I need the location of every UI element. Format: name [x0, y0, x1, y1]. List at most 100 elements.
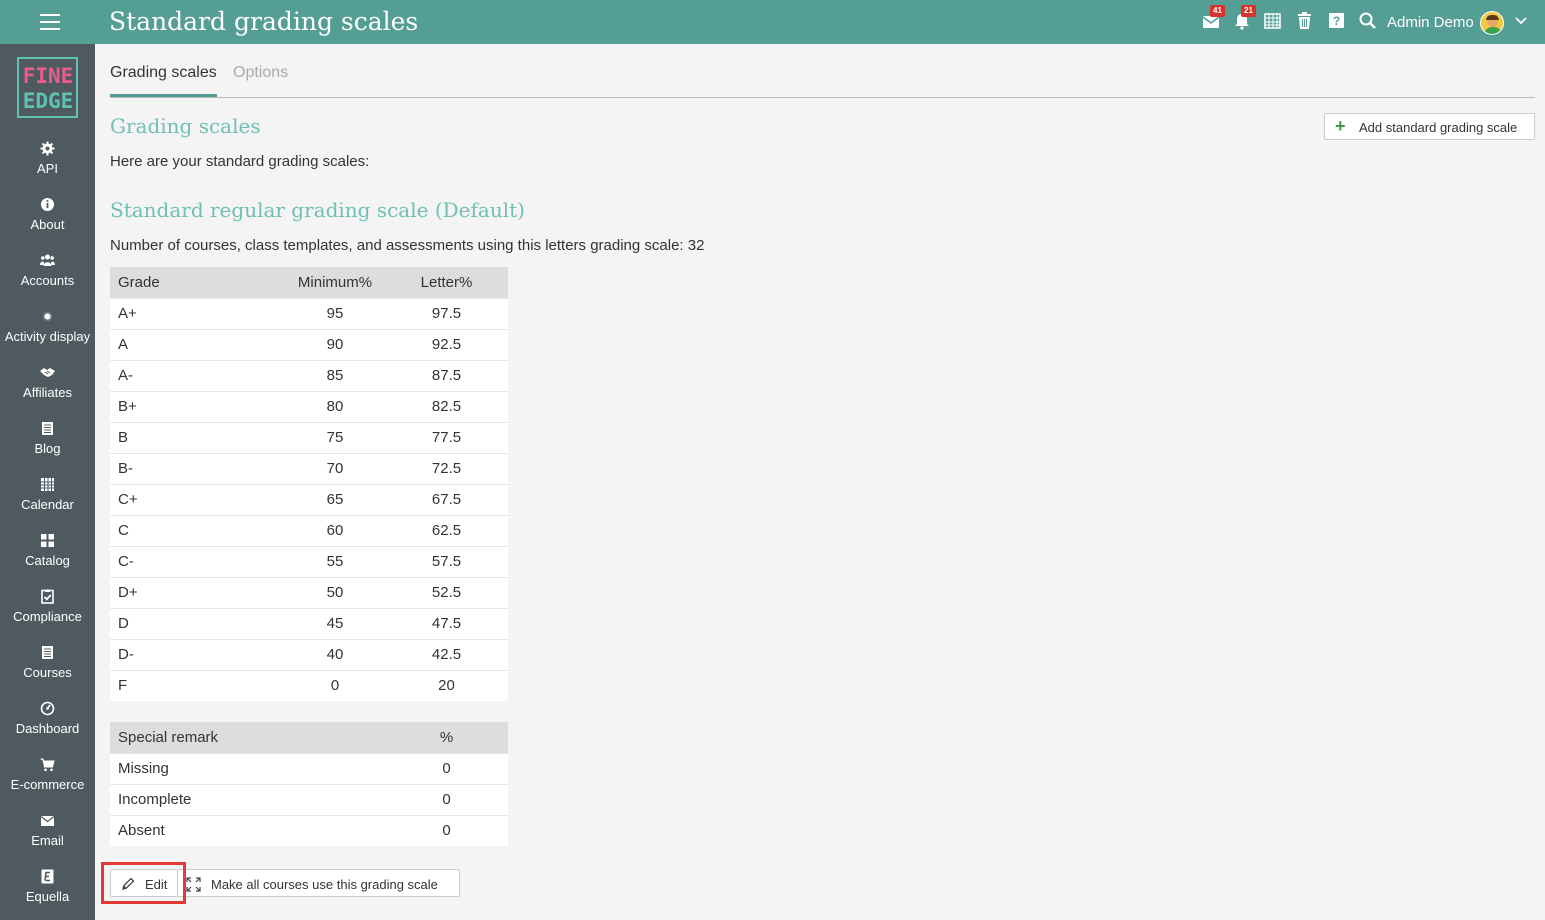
table-row: D 45 47.5 [110, 607, 508, 639]
sidebar-item-label: About [30, 217, 65, 232]
sidebar-item-accounts[interactable]: Accounts [0, 253, 95, 309]
table-row: B+ 80 82.5 [110, 390, 508, 422]
table-row: F 0 20 [110, 669, 508, 701]
sidebar-item-label: Equella [25, 889, 70, 904]
sidebar-item-label: Activity display [4, 329, 91, 344]
users-icon [40, 254, 55, 266]
grade-cell: B- [110, 452, 285, 484]
sidebar-item-dashboard[interactable]: Dashboard [0, 701, 95, 757]
tab-grading-scales[interactable]: Grading scales [110, 64, 217, 97]
table-row: B- 70 72.5 [110, 452, 508, 484]
document-icon [42, 422, 53, 435]
sidebar-item-e-commerce[interactable]: E-commerce [0, 757, 95, 813]
minimum-cell: 55 [285, 545, 385, 577]
avatar[interactable] [1480, 11, 1504, 35]
letter-cell: 57.5 [385, 545, 508, 577]
calendar-icon[interactable] [1264, 12, 1284, 32]
sidebar-item-label: Catalog [25, 553, 70, 568]
special-remarks-table: Special remark % Missing 0 Incomplete 0 Abse… [110, 722, 508, 846]
sidebar: FINE EDGE API About Accounts Activity di… [0, 44, 95, 920]
messages-badge: 41 [1210, 5, 1225, 17]
top-bar: Standard grading scales 41 21 ? Admin De… [0, 0, 1545, 44]
grade-cell: B+ [110, 390, 285, 422]
letter-cell: 92.5 [385, 328, 508, 360]
make-all-courses-button[interactable]: Make all courses use this grading scale [177, 869, 460, 897]
grade-cell: F [110, 669, 285, 701]
help-icon[interactable]: ? [1328, 12, 1348, 32]
column-header: Letter% [385, 267, 508, 298]
table-row: C+ 65 67.5 [110, 483, 508, 515]
minimum-cell: 65 [285, 483, 385, 515]
logo-text-top: FINE [22, 64, 74, 88]
remark-cell: Missing [110, 752, 385, 784]
sidebar-item-api[interactable]: API [0, 141, 95, 197]
tab-options[interactable]: Options [233, 64, 288, 94]
minimum-cell: 75 [285, 421, 385, 453]
column-header: Minimum% [285, 267, 385, 298]
sidebar-item-compliance[interactable]: Compliance [0, 589, 95, 645]
email-icon [40, 816, 55, 826]
minimum-cell: 40 [285, 638, 385, 670]
grade-cell: A [110, 328, 285, 360]
table-row: C 60 62.5 [110, 514, 508, 546]
page-title: Standard grading scales [109, 7, 419, 36]
percent-cell: 0 [385, 783, 508, 815]
table-row: Missing 0 [110, 752, 508, 784]
table-row: D+ 50 52.5 [110, 576, 508, 608]
table-row: Incomplete 0 [110, 783, 508, 815]
letter-cell: 20 [385, 669, 508, 701]
handshake-icon [40, 368, 55, 377]
make-all-courses-label: Make all courses use this grading scale [211, 877, 438, 892]
table-row: C- 55 57.5 [110, 545, 508, 577]
edit-button[interactable]: Edit [110, 869, 178, 897]
table-row: A+ 95 97.5 [110, 297, 508, 329]
user-name[interactable]: Admin Demo [1387, 14, 1474, 31]
grade-cell: C- [110, 545, 285, 577]
notifications-badge: 21 [1241, 5, 1256, 17]
sidebar-item-affiliates[interactable]: Affiliates [0, 365, 95, 421]
sidebar-item-email[interactable]: Email [0, 813, 95, 869]
sidebar-item-blog[interactable]: Blog [0, 421, 95, 477]
info-icon [41, 198, 54, 211]
tab-bar: Grading scales Options [110, 62, 1535, 98]
minimum-cell: 85 [285, 359, 385, 391]
grid-icon [41, 534, 54, 547]
sidebar-item-activity-display[interactable]: Activity display [0, 309, 95, 365]
add-grading-scale-button[interactable]: + Add standard grading scale [1324, 113, 1535, 140]
sidebar-item-label: E-commerce [10, 777, 85, 792]
minimum-cell: 50 [285, 576, 385, 608]
sidebar-item-calendar[interactable]: Calendar [0, 477, 95, 533]
sidebar-item-label: Courses [23, 665, 72, 680]
expand-icon [186, 877, 201, 892]
column-header: Special remark [110, 722, 385, 753]
letter-cell: 72.5 [385, 452, 508, 484]
table-header-row: Special remark % [110, 722, 508, 753]
percent-cell: 0 [385, 752, 508, 784]
trash-icon[interactable] [1296, 12, 1316, 32]
sidebar-item-catalog[interactable]: Catalog [0, 533, 95, 589]
sidebar-item-label: Dashboard [15, 721, 80, 736]
sidebar-item-equella[interactable]: Equella [0, 869, 95, 920]
letter-cell: 82.5 [385, 390, 508, 422]
grade-cell: B [110, 421, 285, 453]
sidebar-item-about[interactable]: About [0, 197, 95, 253]
messages-icon[interactable]: 41 [1202, 5, 1225, 32]
sidebar-item-label: Accounts [20, 273, 75, 288]
letter-cell: 42.5 [385, 638, 508, 670]
minimum-cell: 95 [285, 297, 385, 329]
search-icon[interactable] [1359, 12, 1379, 32]
gear-icon [40, 141, 55, 156]
scale-title: Standard regular grading scale (Default) [110, 198, 525, 222]
letter-cell: 52.5 [385, 576, 508, 608]
logo[interactable]: FINE EDGE [17, 57, 78, 118]
chevron-down-icon[interactable] [1514, 14, 1528, 33]
minimum-cell: 45 [285, 607, 385, 639]
menu-icon[interactable] [40, 14, 60, 30]
add-grading-scale-label: Add standard grading scale [1359, 120, 1518, 135]
logo-text-bottom: EDGE [22, 89, 74, 113]
sidebar-item-courses[interactable]: Courses [0, 645, 95, 701]
grade-cell: D+ [110, 576, 285, 608]
sidebar-item-label: API [37, 161, 58, 176]
table-row: Absent 0 [110, 814, 508, 846]
notifications-icon[interactable]: 21 [1233, 5, 1256, 32]
